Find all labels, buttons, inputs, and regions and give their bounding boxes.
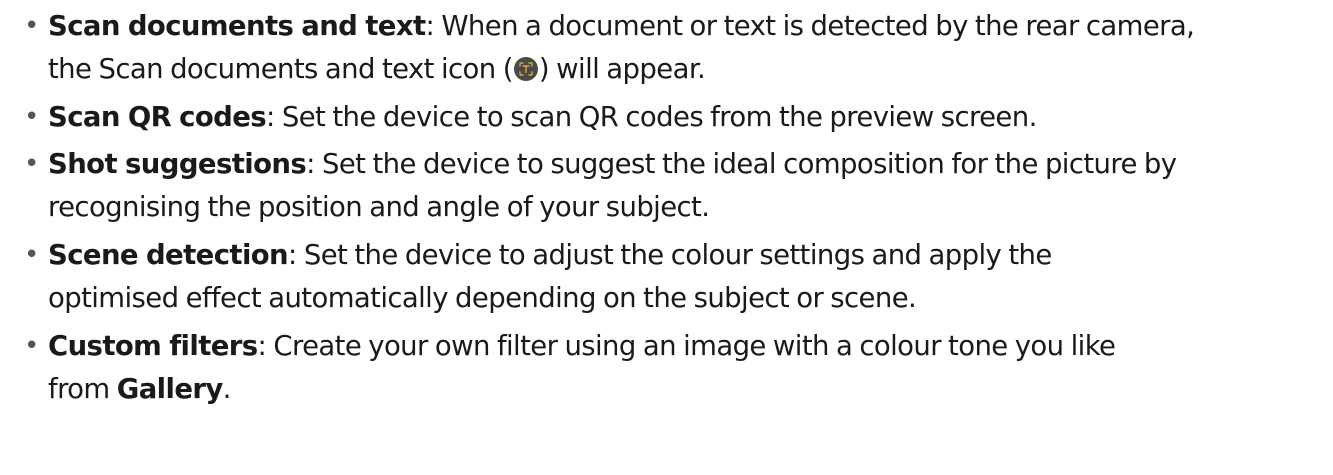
item-line: Custom filters: Create your own filter u… — [48, 325, 1116, 367]
item-term: Scene detection — [48, 239, 289, 271]
item-description: recognising the position and angle of yo… — [48, 191, 710, 223]
item-line: Shot suggestions: Set the device to sugg… — [48, 143, 1177, 185]
bullet: • — [24, 331, 39, 361]
separator: : — [425, 10, 442, 42]
bullet: • — [24, 149, 39, 179]
item-line: from Gallery. — [48, 368, 231, 410]
item-description: When a document or text is detected by t… — [441, 10, 1195, 42]
item-term: Shot suggestions — [48, 148, 307, 180]
gallery-app-name: Gallery — [116, 373, 224, 405]
separator: : — [288, 239, 304, 271]
bullet: • — [24, 240, 39, 270]
bullet: • — [24, 11, 39, 41]
item-term: Custom filters — [48, 330, 258, 362]
item-line: recognising the position and angle of yo… — [48, 186, 710, 228]
item-line: the Scan documents and text icon ( ) will… — [48, 48, 706, 90]
item-description: Set the device to adjust the colour sett… — [303, 239, 1052, 271]
item-description: . — [222, 373, 232, 405]
item-description: optimised effect automatically depending… — [48, 282, 917, 314]
separator: : — [266, 101, 282, 133]
item-description: Create your own filter using an image wi… — [273, 330, 1116, 362]
item-description: from — [48, 373, 117, 405]
item-description: Set the device to scan QR codes from the… — [281, 101, 1037, 133]
separator: : — [306, 148, 322, 180]
bullet: • — [24, 102, 39, 132]
item-description: ) will appear. — [538, 53, 706, 85]
item-line: Scene detection: Set the device to adjus… — [48, 234, 1052, 276]
separator: : — [257, 330, 274, 362]
item-term: Scan documents and text — [48, 10, 426, 42]
scan-text-icon — [513, 57, 538, 81]
item-description: the Scan documents and text icon ( — [48, 53, 513, 85]
item-description: Set the device to suggest the ideal comp… — [321, 148, 1177, 180]
item-line: optimised effect automatically depending… — [48, 277, 917, 319]
item-line: Scan QR codes: Set the device to scan QR… — [48, 96, 1037, 138]
item-term: Scan QR codes — [48, 101, 267, 133]
item-line: Scan documents and text: When a document… — [48, 5, 1195, 47]
